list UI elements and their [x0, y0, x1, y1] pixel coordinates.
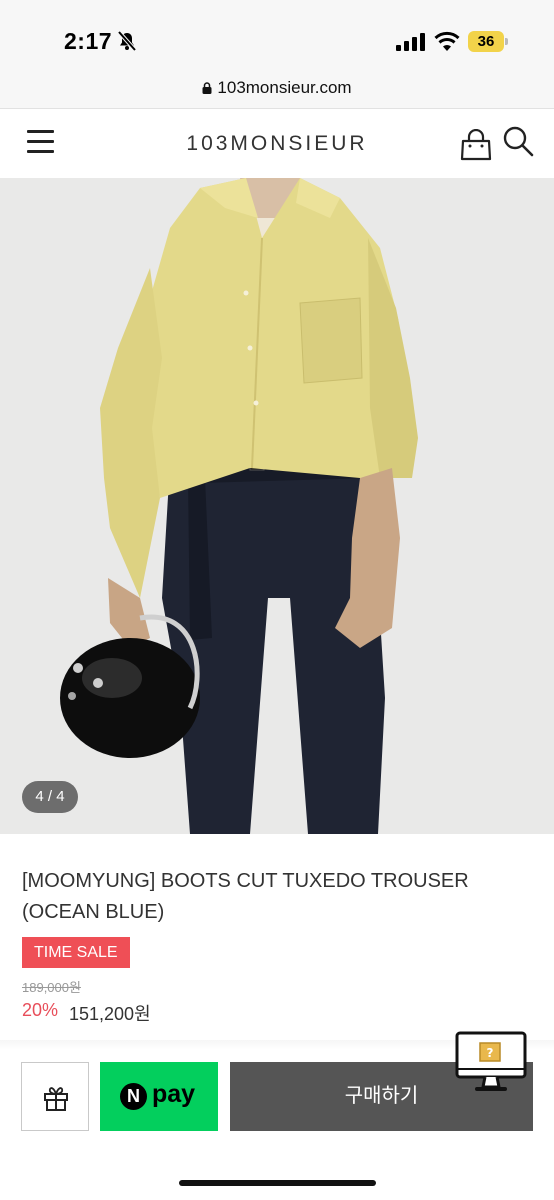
url-text: 103monsieur.com: [217, 78, 352, 97]
status-bar: 2:17 36: [0, 0, 554, 78]
npay-label: pay: [152, 1080, 196, 1108]
product-image[interactable]: [0, 178, 554, 834]
site-header: 103MONSIEUR: [0, 109, 554, 178]
original-price: 189,000원: [22, 980, 81, 995]
discount-rate: 20%: [22, 1000, 59, 1020]
gift-button[interactable]: [21, 1062, 89, 1131]
slide-counter: 4 / 4: [22, 781, 78, 813]
status-time: 2:17: [64, 28, 113, 54]
svg-text:?: ?: [487, 1046, 494, 1060]
lock-icon: [202, 82, 212, 94]
address-bar[interactable]: 103monsieur.com: [0, 74, 554, 109]
battery-tip: [505, 38, 508, 45]
time-sale-badge: TIME SALE: [22, 937, 130, 968]
bag-icon[interactable]: [459, 129, 493, 161]
signal-icon: [396, 33, 425, 51]
wifi-icon: [434, 31, 460, 51]
product-photo: [0, 178, 554, 834]
gift-icon: [44, 1087, 68, 1111]
battery-level: 36: [477, 33, 495, 50]
battery-indicator: 36: [468, 31, 508, 52]
sale-price: 151,200원: [69, 1004, 151, 1024]
bell-off-icon: [117, 30, 137, 52]
search-icon[interactable]: [502, 125, 534, 157]
product-title: [MOOMYUNG] BOOTS CUT TUXEDO TROUSER (OCE…: [22, 870, 469, 923]
home-indicator[interactable]: [179, 1180, 376, 1186]
npay-button[interactable]: N pay: [100, 1062, 218, 1131]
npay-logo-n: N: [120, 1083, 147, 1110]
monitor-icon[interactable]: ?: [455, 1031, 527, 1095]
address-bar-content: 103monsieur.com: [0, 78, 554, 98]
